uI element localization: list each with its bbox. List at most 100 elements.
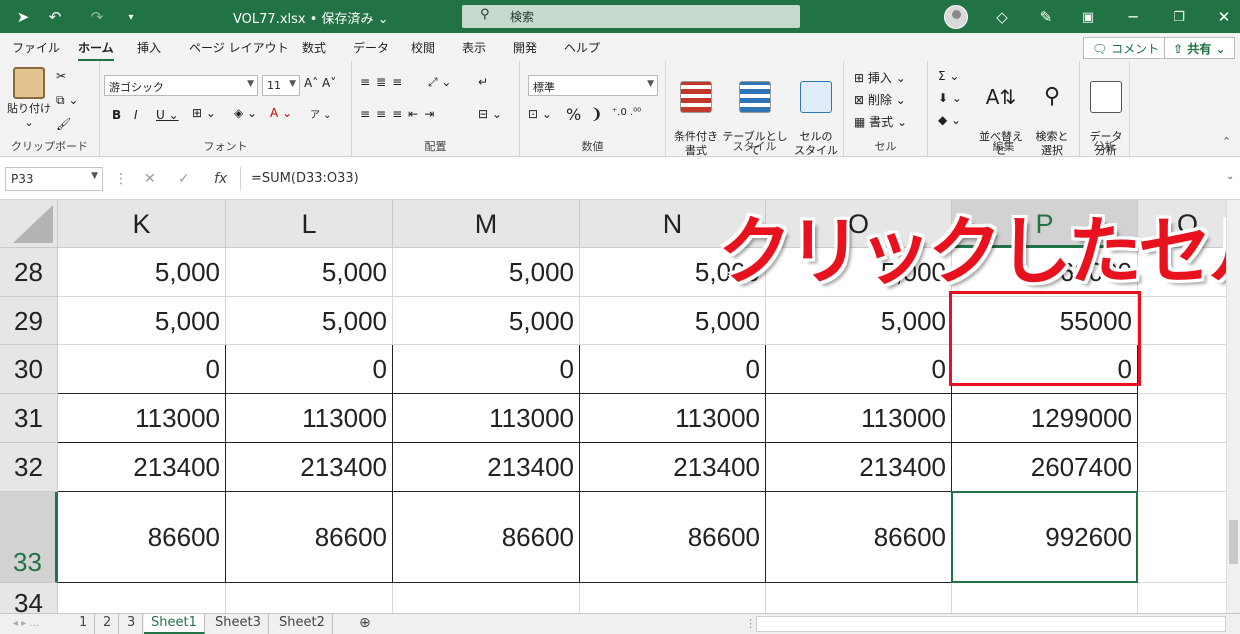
restore-icon[interactable]: ❐ [1168, 6, 1190, 28]
row-header-31[interactable]: 31 [0, 394, 58, 443]
format-as-table-button[interactable]: テーブルとして 書式設定 [722, 67, 788, 172]
horizontal-align-icons[interactable]: ≡≡≡⇤⇥ [360, 107, 440, 121]
wrap-text-icon[interactable]: ↵ [478, 75, 488, 89]
font-size-select[interactable]: 11 ▼ [262, 75, 300, 96]
comment-button[interactable]: 🗨 コメント [1083, 37, 1169, 59]
tab-developer[interactable]: 開発 [513, 39, 537, 56]
bold-button[interactable]: B [112, 108, 121, 122]
cell-n33[interactable]: 86600 [580, 492, 766, 583]
clear-icon[interactable]: ◆ ⌄ [938, 113, 961, 127]
cell-p31[interactable]: 1299000 [952, 394, 1138, 443]
cell-o34[interactable] [766, 583, 952, 613]
cell-p33[interactable]: 992600 [952, 492, 1138, 583]
sheet-tab[interactable]: 3 [120, 614, 144, 634]
font-name-select[interactable]: 游ゴシック ▼ [104, 75, 258, 96]
add-sheet-icon[interactable]: ⊕ [352, 614, 378, 634]
cell-n30[interactable]: 0 [580, 345, 766, 394]
format-painter-icon[interactable]: 🖌 [56, 117, 71, 131]
tab-data[interactable]: データ [353, 39, 389, 56]
tab-page-layout[interactable]: ページ レイアウト [189, 39, 289, 56]
cell-l34[interactable] [226, 583, 393, 613]
close-icon[interactable]: ✕ [1213, 6, 1235, 28]
cell-l33[interactable]: 86600 [226, 492, 393, 583]
cell-k33[interactable]: 86600 [58, 492, 226, 583]
row-header-34[interactable]: 34 [0, 583, 58, 613]
cell-o29[interactable]: 5,000 [766, 297, 952, 345]
cell-n29[interactable]: 5,000 [580, 297, 766, 345]
cell-k31[interactable]: 113000 [58, 394, 226, 443]
cell-k29[interactable]: 5,000 [58, 297, 226, 345]
cell-m29[interactable]: 5,000 [393, 297, 580, 345]
row-header-29[interactable]: 29 [0, 297, 58, 345]
number-format-select[interactable]: 標準 ▼ [528, 75, 658, 96]
cell-p32[interactable]: 2607400 [952, 443, 1138, 492]
merge-icon[interactable]: ⊟ ⌄ [478, 107, 502, 121]
border-icon[interactable]: ⊞ ⌄ [192, 106, 216, 120]
cell-l29[interactable]: 5,000 [226, 297, 393, 345]
horizontal-scrollbar[interactable] [756, 616, 1226, 632]
cell-l32[interactable]: 213400 [226, 443, 393, 492]
comma-button[interactable]: ❩ [590, 105, 603, 123]
delete-cells-button[interactable]: ⊠ 削除 ⌄ [854, 91, 906, 108]
paste-button[interactable]: 貼り付け ⌄ [6, 67, 52, 130]
copy-icon[interactable]: ⧉ ⌄ [56, 93, 78, 108]
increase-font-icon[interactable]: A˄ A˅ [304, 76, 336, 90]
cell-m31[interactable]: 113000 [393, 394, 580, 443]
vertical-scrollbar[interactable] [1226, 200, 1240, 613]
cursor-icon[interactable]: ➤ [12, 6, 34, 28]
collapse-ribbon-icon[interactable]: ⌃ [1222, 135, 1231, 148]
sheet-tab[interactable]: 1 [72, 614, 96, 634]
decimal-icons[interactable]: ⁺.0 .⁰⁰ [612, 107, 641, 118]
cell-o31[interactable]: 113000 [766, 394, 952, 443]
avatar[interactable] [944, 5, 968, 29]
share-button[interactable]: ⇧ 共有 ⌄ [1164, 37, 1235, 59]
row-header-28[interactable]: 28 [0, 248, 58, 297]
cell-m28[interactable]: 5,000 [393, 248, 580, 297]
cell-q30[interactable] [1138, 345, 1238, 394]
sheet-tab[interactable]: 2 [96, 614, 120, 634]
search-box[interactable]: ⚲ 検索 [462, 5, 800, 28]
diamond-icon[interactable]: ◇ [991, 6, 1013, 28]
cell-o32[interactable]: 213400 [766, 443, 952, 492]
sheet-nav-arrows[interactable]: ◂ ▸ … [6, 617, 46, 634]
cell-k34[interactable] [58, 583, 226, 613]
fill-color-icon[interactable]: ◈ ⌄ [234, 106, 257, 120]
cell-p34[interactable] [952, 583, 1138, 613]
orientation-icon[interactable]: ⤢ ⌄ [428, 75, 451, 90]
formula-input[interactable]: =SUM(D33:O33) [240, 167, 1230, 191]
column-header-k[interactable]: K [58, 200, 226, 248]
sheet-tab[interactable]: Sheet3 [208, 614, 269, 634]
redo-icon[interactable]: ↷ [86, 6, 108, 28]
column-header-m[interactable]: M [393, 200, 580, 248]
tab-view[interactable]: 表示 [462, 39, 486, 56]
phonetic-icon[interactable]: ア ⌄ [310, 106, 332, 121]
minimize-icon[interactable]: ─ [1122, 6, 1144, 28]
tab-home[interactable]: ホーム [78, 39, 114, 61]
autosum-icon[interactable]: Σ ⌄ [938, 69, 959, 83]
undo-icon[interactable]: ↶ [44, 6, 66, 28]
tab-file[interactable]: ファイル [12, 39, 60, 56]
row-header-33[interactable]: 33 [0, 492, 58, 583]
file-name[interactable]: VOL77.xlsx • 保存済み ⌄ [233, 8, 389, 27]
select-all-corner[interactable] [0, 200, 58, 248]
column-header-l[interactable]: L [226, 200, 393, 248]
italic-button[interactable]: I [134, 108, 138, 122]
cell-m34[interactable] [393, 583, 580, 613]
tab-insert[interactable]: 挿入 [137, 39, 161, 56]
cell-n31[interactable]: 113000 [580, 394, 766, 443]
cell-m33[interactable]: 86600 [393, 492, 580, 583]
cell-q33[interactable] [1138, 492, 1238, 583]
cell-q34[interactable] [1138, 583, 1238, 613]
vertical-scroll-thumb[interactable] [1229, 520, 1238, 564]
cell-l31[interactable]: 113000 [226, 394, 393, 443]
cell-l28[interactable]: 5,000 [226, 248, 393, 297]
confirm-icon[interactable]: ✓ [178, 171, 190, 187]
sheet-tab-active[interactable]: Sheet1 [144, 614, 205, 634]
cell-q32[interactable] [1138, 443, 1238, 492]
cell-k30[interactable]: 0 [58, 345, 226, 394]
fill-icon[interactable]: ⬇ ⌄ [938, 91, 962, 105]
pen-icon[interactable]: ✎ [1035, 6, 1057, 28]
cell-n34[interactable] [580, 583, 766, 613]
percent-button[interactable]: % [566, 105, 581, 124]
format-cells-button[interactable]: ▦ 書式 ⌄ [854, 113, 907, 130]
